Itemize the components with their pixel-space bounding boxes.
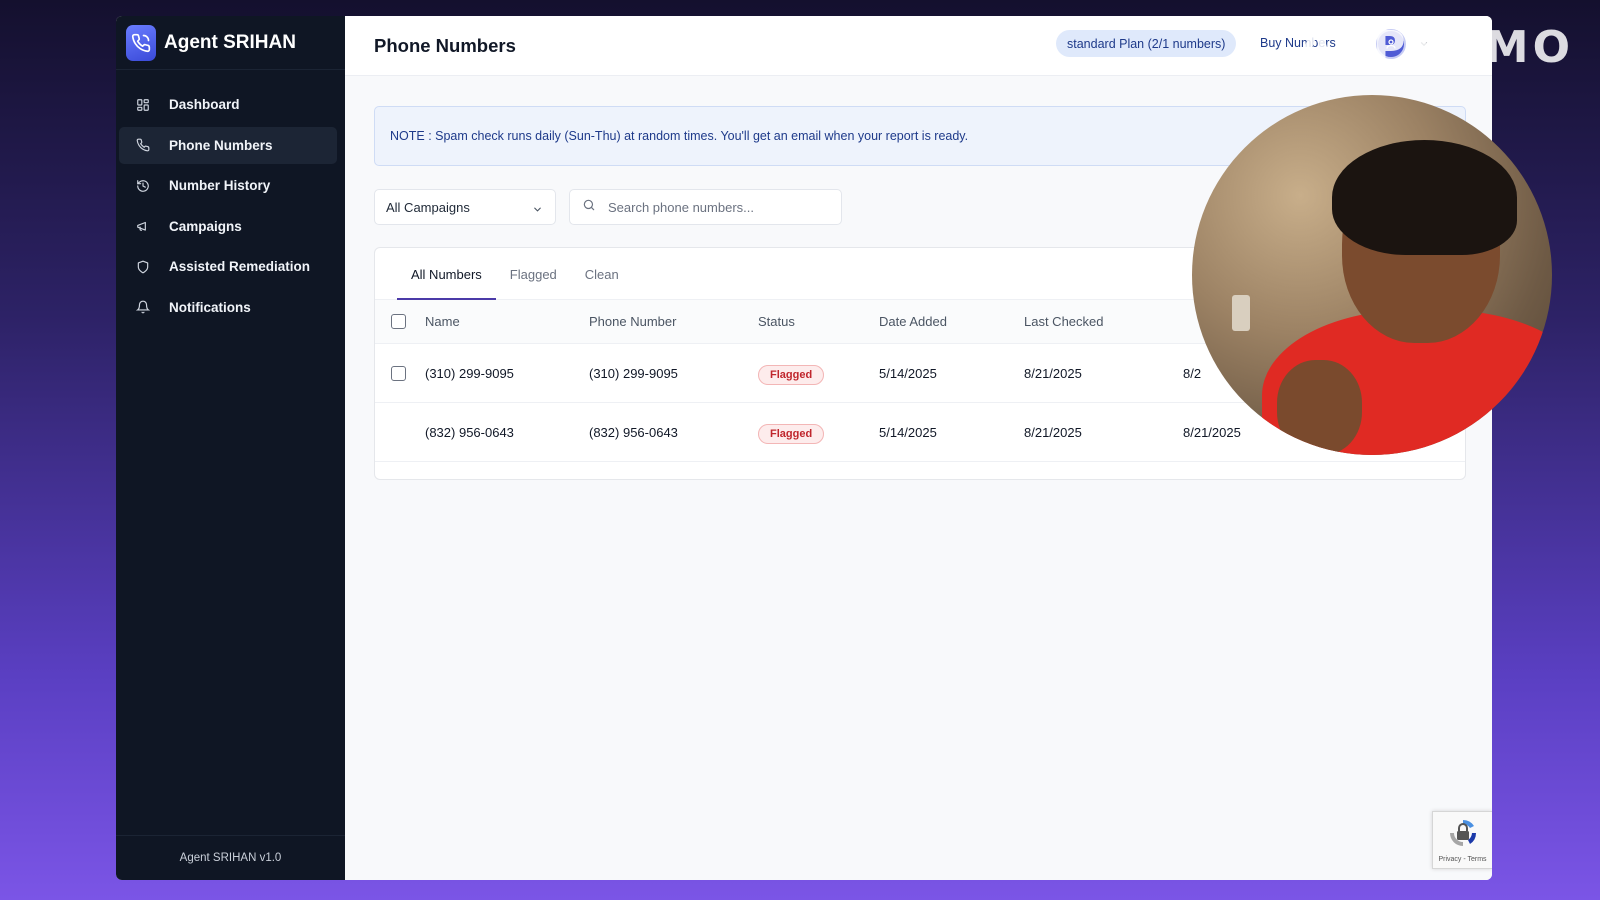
row-name: (310) 299-9095	[425, 365, 514, 381]
column-header-status[interactable]: Status	[758, 314, 795, 329]
status-badge: Flagged	[758, 423, 825, 444]
row-last-checked: 8/21/2025	[1024, 365, 1082, 381]
column-header-last-checked[interactable]: Last Checked	[1024, 314, 1104, 329]
sidebar-item-label: Assisted Remediation	[169, 259, 311, 274]
sidebar-item-campaigns[interactable]: Campaigns	[119, 208, 337, 245]
webcam-person-hair	[1332, 140, 1517, 255]
plan-badge[interactable]: standard Plan (2/1 numbers)	[1056, 30, 1237, 57]
dashboard-icon	[135, 97, 151, 113]
search-box	[569, 189, 842, 225]
row-phone-number: (832) 956-0643	[589, 424, 678, 440]
row-phone-number: (310) 299-9095	[589, 365, 678, 381]
webcam-background-object	[1232, 295, 1250, 331]
shield-icon	[135, 259, 151, 275]
sidebar-item-phone-numbers[interactable]: Phone Numbers	[119, 126, 337, 164]
brand: Agent SRIHAN	[116, 16, 345, 70]
sidebar-item-dashboard[interactable]: Dashboard	[119, 86, 337, 123]
sidebar-item-label: Notifications	[169, 299, 251, 315]
megaphone-icon	[135, 218, 151, 234]
webcam-overlay	[1192, 95, 1552, 455]
version-label: Agent SRIHAN v1.0	[116, 835, 345, 880]
bell-icon	[135, 299, 151, 315]
webcam-person-hand	[1277, 360, 1362, 455]
row-last-checked: 8/21/2025	[1024, 424, 1082, 440]
page-title: Phone Numbers	[374, 34, 516, 56]
phone-logo-icon	[126, 24, 156, 61]
search-icon	[582, 198, 596, 217]
row-extra-date: 8/21/2025	[1183, 424, 1241, 440]
tab-clean[interactable]: Clean	[571, 248, 633, 300]
history-icon	[135, 178, 151, 194]
column-header-date-added[interactable]: Date Added	[879, 314, 947, 329]
sidebar-item-notifications[interactable]: Notifications	[119, 289, 337, 326]
campaign-select-value: All Campaigns	[386, 199, 470, 215]
sidebar-item-number-history[interactable]: Number History	[119, 167, 337, 204]
tab-all-numbers[interactable]: All Numbers	[397, 248, 496, 300]
row-name: (832) 956-0643	[425, 424, 514, 440]
recaptcha-text[interactable]: Privacy - Terms	[1438, 856, 1486, 863]
column-header-phone-number[interactable]: Phone Number	[589, 314, 676, 329]
search-input[interactable]	[608, 199, 828, 215]
column-header-name[interactable]: Name	[425, 314, 460, 329]
campaign-select[interactable]: All Campaigns	[374, 189, 556, 225]
brand-name: Agent SRIHAN	[164, 31, 296, 53]
row-checkbox[interactable]	[391, 365, 406, 381]
sidebar-nav: Dashboard Phone Numbers Number History C…	[116, 70, 345, 329]
row-extra-date: 8/2	[1183, 365, 1202, 381]
sidebar-item-label: Dashboard	[169, 97, 240, 112]
appsumo-watermark: APPSUMO	[1298, 22, 1574, 73]
sidebar-item-label: Number History	[169, 178, 271, 193]
sidebar-item-label: Campaigns	[169, 218, 242, 234]
chevron-down-icon	[532, 203, 543, 218]
phone-icon	[135, 137, 151, 153]
row-date-added: 5/14/2025	[879, 365, 937, 381]
select-all-checkbox[interactable]	[391, 314, 406, 329]
status-badge: Flagged	[758, 364, 825, 385]
tab-flagged[interactable]: Flagged	[496, 248, 571, 300]
sidebar: Agent SRIHAN Dashboard Phone Numbers Num…	[116, 16, 345, 880]
sidebar-item-assisted-remediation[interactable]: Assisted Remediation	[119, 248, 337, 285]
recaptcha-badge[interactable]: Privacy - Terms	[1432, 811, 1492, 869]
sidebar-item-label: Phone Numbers	[169, 137, 273, 153]
recaptcha-icon	[1447, 817, 1479, 854]
row-date-added: 5/14/2025	[879, 424, 937, 440]
